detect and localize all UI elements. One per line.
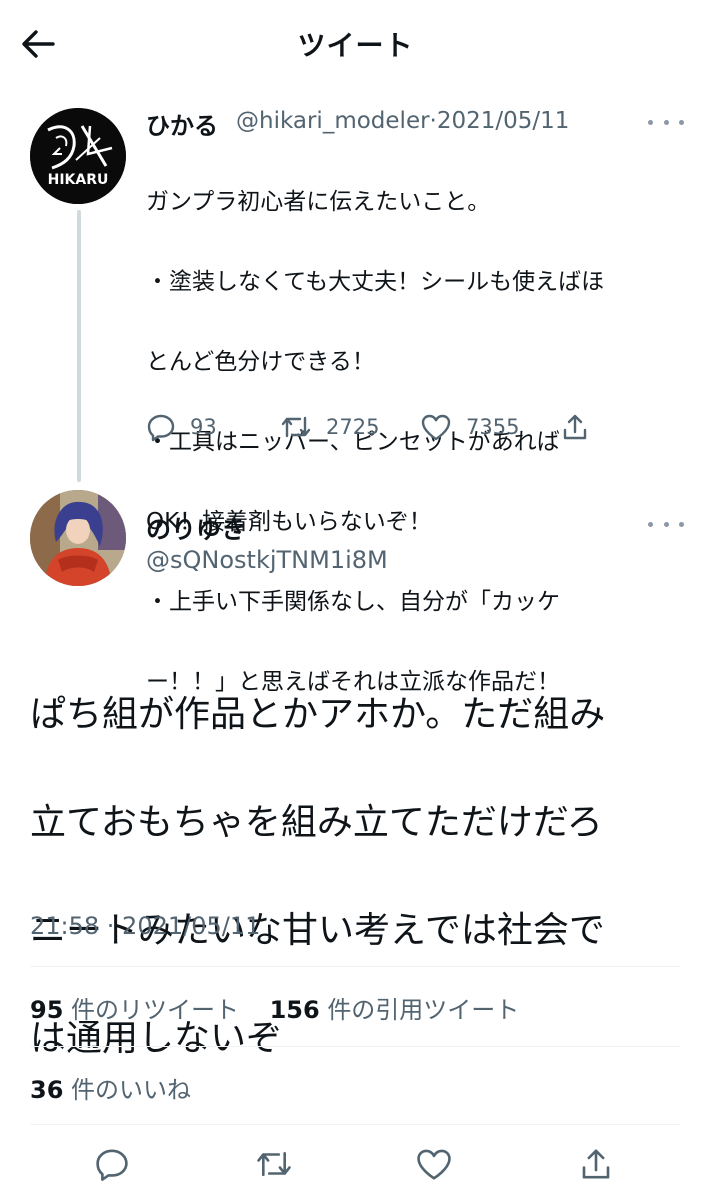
share-button[interactable]: [572, 1140, 620, 1188]
heart-icon: [417, 1149, 451, 1180]
page-title: ツイート: [297, 29, 414, 62]
reply-button[interactable]: 93: [146, 405, 217, 449]
share-icon: [563, 414, 587, 440]
more-dot-icon: [648, 119, 653, 125]
retweet-button[interactable]: [250, 1140, 298, 1188]
more-options-button[interactable]: [648, 514, 684, 534]
quoted-date[interactable]: 2021/05/11: [437, 108, 570, 134]
retweet-label: 件のリツイート: [71, 996, 240, 1024]
tweet-text: ぱち組が作品とかアホか。ただ組み 立ておもちゃを組み立てただけだろ ニートみたい…: [30, 634, 690, 1120]
avatar[interactable]: HIKARU: [30, 108, 126, 204]
quote-label: 件の引用ツイート: [327, 996, 520, 1024]
quoted-text-line: とんど色分けできる！: [146, 349, 375, 375]
heart-icon: [421, 414, 451, 441]
avatar[interactable]: [30, 490, 126, 586]
more-options-button[interactable]: [648, 112, 684, 132]
top-bar: ツイート: [0, 0, 711, 88]
author-handle[interactable]: @sQNostkjTNM1i8M: [146, 546, 388, 574]
author-name[interactable]: のりゆき: [146, 510, 246, 546]
avatar-logo-text: HIKARU: [48, 172, 109, 188]
reply-icon: [147, 414, 175, 442]
reply-count: 93: [190, 415, 217, 439]
tweet-timestamp[interactable]: 21:58 · 2021/05/11: [30, 912, 260, 940]
tweet-action-bar: [0, 1140, 711, 1188]
quote-total: 156: [269, 996, 320, 1024]
avatar-illustration: [30, 490, 126, 586]
quoted-text-line: ・塗装しなくても大丈夫！シールも使えばほ: [146, 269, 605, 295]
like-count: 7355: [466, 415, 520, 439]
avatar-logo: HIKARU: [30, 108, 126, 204]
reply-icon: [96, 1149, 128, 1181]
retweet-icon: [257, 1152, 291, 1176]
share-icon: [582, 1149, 610, 1179]
quote-tweets-link[interactable]: 156 件の引用ツイート: [270, 996, 520, 1024]
tweet-text-line: ぱち組が作品とかアホか。ただ組み: [30, 694, 606, 735]
quoted-author-handle[interactable]: @hikari_modeler: [236, 108, 430, 134]
like-label: 件のいいね: [71, 1076, 192, 1104]
thread-connector: [77, 210, 81, 482]
retweet-total: 95: [30, 996, 64, 1024]
share-button[interactable]: [560, 405, 590, 449]
quoted-text-line: ・上手い下手関係なし、自分が「カッケ: [146, 589, 560, 615]
retweet-icon: [281, 416, 311, 438]
more-dot-icon: [648, 521, 653, 527]
retweets-link[interactable]: 95 件のリツイート: [30, 996, 239, 1024]
quoted-author-meta: @hikari_modeler·2021/05/11: [236, 108, 570, 134]
divider: [30, 966, 680, 967]
quoted-tweet-actions: 93 2725 7355: [146, 405, 606, 449]
quoted-author-name[interactable]: ひかる: [146, 106, 218, 141]
like-total: 36: [30, 1076, 64, 1104]
divider: [30, 1124, 680, 1125]
like-button[interactable]: 7355: [420, 405, 519, 449]
reply-button[interactable]: [88, 1140, 136, 1188]
quoted-text-line: ガンプラ初心者に伝えたいこと。: [146, 189, 491, 215]
retweet-count: 2725: [326, 415, 380, 439]
like-button[interactable]: [410, 1140, 458, 1188]
tweet-text-line: 立ておもちゃを組み立てただけだろ: [30, 802, 603, 843]
likes-link[interactable]: 36 件のいいね: [30, 1070, 191, 1105]
retweet-button[interactable]: 2725: [280, 405, 379, 449]
retweet-stats-row: 95 件のリツイート 156 件の引用ツイート: [30, 990, 519, 1025]
divider: [30, 1046, 680, 1047]
